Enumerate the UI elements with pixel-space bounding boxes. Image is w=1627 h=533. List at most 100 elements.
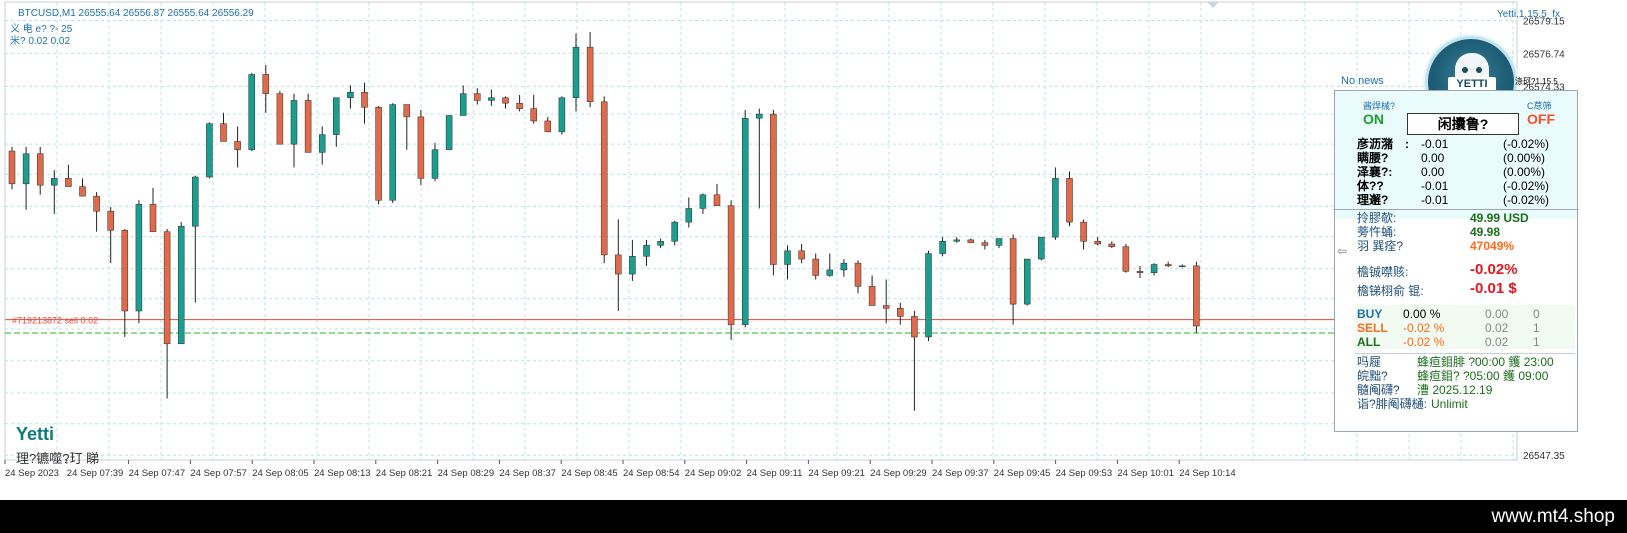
order-line-label: #719213872 sell 0.02 (12, 316, 98, 326)
candle-body (149, 204, 157, 232)
stat-label: 瞒腰? (1357, 151, 1389, 165)
candle-body (163, 231, 171, 345)
position-lots: 0.02 (1485, 321, 1509, 335)
session-row: 诣?腓阄礴樋: Unlimit (1335, 397, 1577, 411)
stat-label: 泽襄?: (1357, 165, 1393, 179)
panel-title-button[interactable]: 闲攮鲁? (1407, 113, 1519, 135)
candle-body (798, 250, 805, 260)
candle-body (220, 123, 227, 142)
news-status: No news (1341, 75, 1384, 87)
candle-body (812, 258, 819, 276)
candle-body (1164, 264, 1172, 267)
account-value: 47049% (1470, 239, 1515, 253)
candle-body (403, 104, 411, 118)
stats-panel: 酱焊械? C荩筛 ON OFF 闲攮鲁? 彦沥潴: -0.01 (-0.02%) 瞒腰… (1334, 90, 1578, 432)
candle-body (770, 113, 777, 265)
candle-body (1193, 265, 1200, 327)
candle-body (417, 116, 425, 179)
candle-body (1066, 178, 1073, 223)
x-tick-label: 24 Sep 08:21 (376, 468, 433, 479)
candle-body (502, 97, 509, 104)
x-tick-label: 24 Sep 09:11 (747, 468, 803, 479)
session-row: 髓阄礴? 漕 2025.12.19 (1335, 383, 1577, 397)
candle-body (121, 230, 129, 312)
position-row: SELL -0.02 % 0.02 1 (1335, 321, 1577, 335)
position-percent: -0.02 % (1403, 321, 1445, 335)
stat-value: 0.00 (1421, 151, 1445, 165)
candle-body (22, 153, 30, 185)
candle-body (530, 108, 537, 122)
candle-body (925, 253, 932, 338)
candle-body (629, 256, 636, 275)
x-tick-label: 24 Sep 09:45 (994, 468, 1051, 479)
x-tick-label: 24 Sep 08:54 (623, 468, 680, 479)
candle-body (474, 93, 481, 101)
candle-body (36, 153, 44, 186)
candle-body (657, 241, 664, 246)
x-tick-label: 24 Sep 10:14 (1179, 468, 1236, 479)
position-count: 0 (1533, 307, 1540, 321)
x-tick-label: 24 Sep 08:05 (252, 468, 309, 479)
candle-body (192, 176, 199, 227)
candle-body (756, 113, 763, 119)
candle-body (1122, 246, 1130, 272)
change-pct-label: 檐铖噤赅: (1357, 265, 1409, 279)
account-row: 蒡忤蛹: 49.98 (1335, 225, 1577, 239)
x-tick-label: 24 Sep 09:02 (685, 468, 742, 479)
candle-body (868, 286, 876, 306)
candle-body (1094, 241, 1101, 245)
candle-body (135, 204, 143, 312)
candle-body (248, 74, 255, 150)
candle-body (544, 120, 552, 133)
candle-body (911, 316, 918, 338)
off-toggle[interactable]: OFF (1527, 111, 1555, 127)
candle-body (713, 194, 721, 206)
session-label: 髓阄礴? (1357, 383, 1400, 397)
candle-body (600, 101, 608, 256)
x-tick-label: 24 Sep 09:53 (1056, 468, 1113, 479)
candle-body (643, 245, 650, 257)
account-value: 49.98 (1470, 225, 1501, 239)
divider (1335, 209, 1577, 210)
candle-body (981, 242, 989, 246)
x-tick-label: 24 Sep 07:39 (67, 468, 124, 479)
session-row: 吗屣 蜂疸鉬腓 ?00:00 鑊 23:00 (1335, 355, 1577, 369)
candle-body (784, 250, 791, 265)
stat-row: 理邂? -0.01 (-0.02%) (1335, 193, 1577, 207)
candle-body (1009, 238, 1017, 305)
session-label: 吗屣 (1357, 355, 1382, 369)
stat-value: -0.01 (1421, 137, 1449, 151)
candle-body (445, 115, 453, 150)
candle-body (727, 205, 735, 325)
stat-label: 体?? (1357, 179, 1384, 193)
change-pct-row: 檐铖噤赅: -0.02% (1335, 261, 1577, 281)
position-percent: 0.00 % (1403, 307, 1441, 321)
candle-body (93, 195, 100, 212)
account-row: 拎膠欹: 49.99 USD (1335, 211, 1577, 225)
footer-bar: www.mt4.shop (0, 500, 1627, 533)
stat-percent: (0.00%) (1503, 165, 1546, 179)
position-percent: -0.02 % (1403, 335, 1445, 349)
stat-row: 彦沥潴: -0.01 (-0.02%) (1335, 137, 1577, 151)
collapse-arrow-icon[interactable]: ⇦ (1337, 244, 1347, 258)
on-toggle[interactable]: ON (1363, 111, 1384, 127)
candle-body (939, 241, 946, 254)
candle-body (615, 254, 622, 275)
candle-body (389, 104, 396, 201)
candle-body (361, 91, 368, 108)
candle-body (897, 307, 904, 317)
candle-body (882, 305, 890, 309)
candle-body (290, 100, 298, 145)
x-tick-label: 24 Sep 2023 (5, 468, 59, 479)
x-tick-label: 24 Sep 08:45 (561, 468, 618, 479)
symbol-header: BTCUSD,M1 26555.64 26556.87 26555.64 265… (18, 8, 254, 19)
candle-body (1052, 178, 1059, 238)
candle-body (1108, 243, 1116, 247)
x-tick-label: 24 Sep 09:21 (808, 468, 865, 479)
change-pct-value: -0.02% (1470, 261, 1518, 278)
candle-body (572, 46, 580, 98)
candle-body (8, 150, 16, 185)
account-label: 羽 巽痊? (1357, 239, 1404, 253)
brand-subtitle: 理?镳噬?玎 睇 (16, 451, 100, 466)
candle-body (685, 208, 693, 223)
